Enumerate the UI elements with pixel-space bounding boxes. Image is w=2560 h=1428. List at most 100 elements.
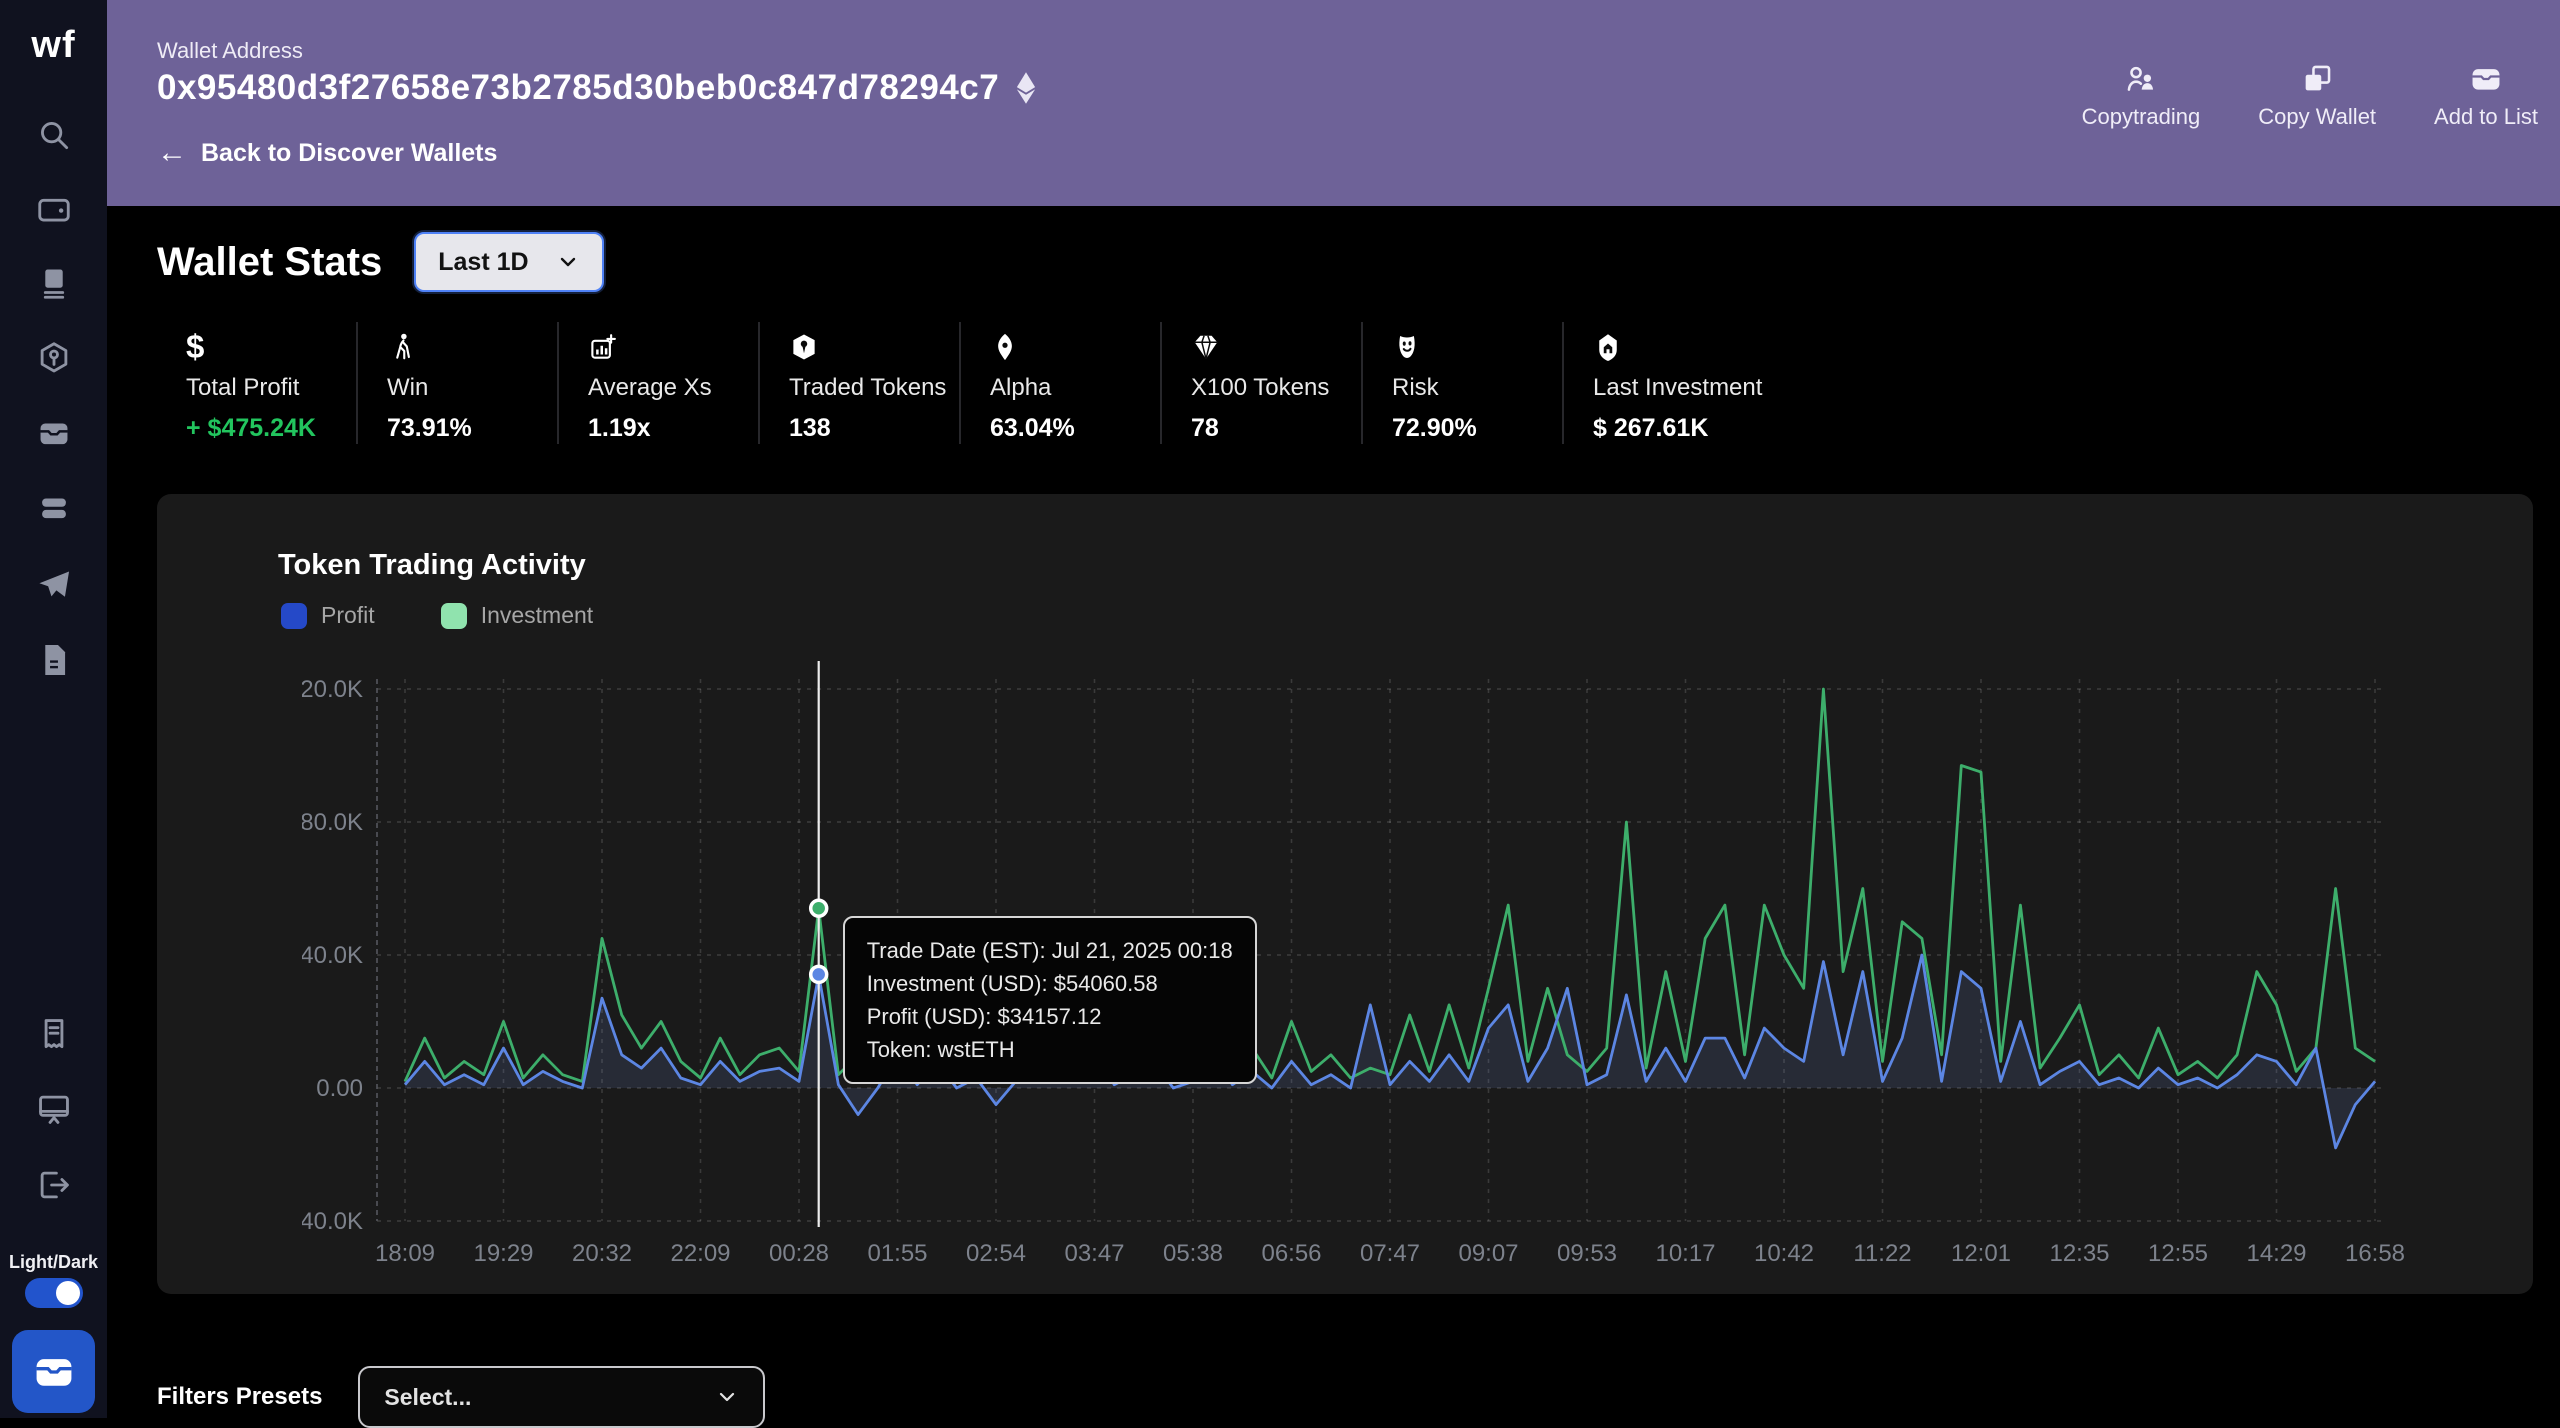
svg-text:20:32: 20:32 xyxy=(572,1240,632,1267)
stat-x100-tokens: X100 Tokens 78 xyxy=(1162,322,1363,444)
stat-win: Win 73.91% xyxy=(358,322,559,444)
gem-icon xyxy=(1191,322,1361,362)
filters-presets-value: Select... xyxy=(384,1383,472,1410)
svg-text:03:47: 03:47 xyxy=(1064,1240,1124,1267)
sidebar: wf Light/Dark xyxy=(0,0,107,1418)
period-dropdown-value: Last 1D xyxy=(438,247,529,276)
tooltip-trade-date: Trade Date (EST): Jul 21, 2025 00:18 xyxy=(866,938,1233,963)
chevron-down-icon xyxy=(561,257,576,267)
chart-plus-icon xyxy=(588,322,758,362)
svg-text:12:55: 12:55 xyxy=(2148,1240,2208,1267)
search-icon[interactable] xyxy=(35,116,73,154)
chart-legend: Profit Investment xyxy=(281,602,593,629)
stat-traded-tokens: Traded Tokens 138 xyxy=(760,322,961,444)
copy-wallet-button[interactable]: Copy Wallet xyxy=(2258,62,2376,130)
tooltip-token: Token: wstETH xyxy=(866,1037,1015,1062)
receipt-icon[interactable] xyxy=(35,1015,73,1053)
svg-text:07:47: 07:47 xyxy=(1360,1240,1420,1267)
chevron-down-icon xyxy=(720,1392,735,1402)
svg-text:40.0K: 40.0K xyxy=(302,942,363,969)
svg-text:05:38: 05:38 xyxy=(1163,1240,1223,1267)
stat-risk: Risk 72.90% xyxy=(1363,322,1564,444)
wallet-header: Wallet Address 0x95480d3f27658e73b2785d3… xyxy=(107,0,2560,206)
wallet-address-label: Wallet Address xyxy=(157,38,303,63)
copytrading-label: Copytrading xyxy=(2081,104,2201,129)
wallet-fab-button[interactable] xyxy=(12,1330,95,1413)
svg-text:16:58: 16:58 xyxy=(2345,1240,2405,1267)
tooltip-investment: Investment (USD): $54060.58 xyxy=(866,971,1158,996)
wallet-address: 0x95480d3f27658e73b2785d30beb0c847d78294… xyxy=(157,68,1000,107)
inbox-wallet-icon[interactable] xyxy=(35,414,73,452)
trading-activity-chart: 120.0K 80.0K 40.0K 0.00 -40.0K 18:09 19:29 20:3… xyxy=(287,661,2405,1267)
svg-text:0.00: 0.00 xyxy=(316,1075,363,1102)
stat-average-xs: Average Xs 1.19x xyxy=(559,322,760,444)
document-icon[interactable] xyxy=(35,641,73,679)
chart-plot-area[interactable]: 120.0K 80.0K 40.0K 0.00 -40.0K 18:09 19:29 20:3… xyxy=(287,654,2412,1299)
main-content: Wallet Stats Last 1D $ Total Profit + $4… xyxy=(107,206,2560,1428)
shield-home-icon xyxy=(1593,322,1824,362)
svg-text:18:09: 18:09 xyxy=(375,1240,435,1267)
app-logo[interactable]: wf xyxy=(0,24,107,67)
wallet-icon[interactable] xyxy=(35,190,73,228)
chart-tooltip: Trade Date (EST): Jul 21, 2025 00:18 Inv… xyxy=(842,916,1257,1084)
ethereum-icon xyxy=(1017,72,1036,104)
svg-text:-40.0K: -40.0K xyxy=(302,1208,363,1235)
period-dropdown[interactable]: Last 1D xyxy=(414,232,605,292)
dollar-icon: $ xyxy=(186,328,205,365)
back-link-label: Back to Discover Wallets xyxy=(201,138,498,167)
svg-text:00:28: 00:28 xyxy=(769,1240,829,1267)
wallet-stats-title: Wallet Stats xyxy=(157,239,383,284)
add-to-list-icon xyxy=(2472,69,2500,90)
svg-text:09:07: 09:07 xyxy=(1458,1240,1518,1267)
svg-text:12:35: 12:35 xyxy=(2049,1240,2109,1267)
copy-wallet-label: Copy Wallet xyxy=(2258,104,2377,129)
investment-swatch xyxy=(440,602,467,629)
chart-title: Token Trading Activity xyxy=(278,549,586,581)
stat-last-investment: Last Investment $ 267.61K xyxy=(1564,322,1824,444)
filters-presets-label: Filters Presets xyxy=(157,1383,323,1410)
copytrading-icon xyxy=(2127,66,2153,91)
presentation-icon[interactable] xyxy=(35,1090,73,1128)
list-bars-icon[interactable] xyxy=(35,489,73,527)
wallet-card-icon xyxy=(36,1358,71,1386)
svg-text:22:09: 22:09 xyxy=(670,1240,730,1267)
logout-icon[interactable] xyxy=(35,1166,73,1204)
svg-text:09:53: 09:53 xyxy=(1557,1240,1617,1267)
reader-icon[interactable] xyxy=(35,264,73,302)
package-pin-icon xyxy=(789,322,959,362)
light-dark-label: Light/Dark xyxy=(8,1252,98,1272)
svg-text:02:54: 02:54 xyxy=(966,1240,1026,1267)
copy-wallet-icon xyxy=(2305,65,2331,91)
stat-total-profit: $ Total Profit + $475.24K xyxy=(157,322,358,444)
svg-text:10:42: 10:42 xyxy=(1754,1240,1814,1267)
svg-text:120.0K: 120.0K xyxy=(302,676,363,703)
telegram-icon[interactable] xyxy=(35,566,73,604)
svg-text:11:22: 11:22 xyxy=(1853,1240,1911,1267)
svg-text:06:56: 06:56 xyxy=(1261,1240,1321,1267)
stats-strip: $ Total Profit + $475.24K Win 73.91% Ave… xyxy=(157,322,2560,444)
marker-icon xyxy=(990,322,1160,362)
package-icon[interactable] xyxy=(35,339,73,377)
toggle-knob xyxy=(56,1281,80,1305)
mask-icon xyxy=(1392,322,1562,362)
svg-text:01:55: 01:55 xyxy=(867,1240,927,1267)
back-arrow-icon: ← xyxy=(157,136,187,169)
profit-swatch xyxy=(281,602,307,629)
add-to-list-label: Add to List xyxy=(2434,104,2538,129)
token-trading-activity-card: Token Trading Activity Profit Investment… xyxy=(157,494,2533,1294)
legend-investment[interactable]: Investment xyxy=(440,602,593,629)
svg-text:19:29: 19:29 xyxy=(473,1240,533,1267)
light-dark-toggle[interactable] xyxy=(25,1278,83,1308)
legend-profit[interactable]: Profit xyxy=(281,602,375,629)
walker-icon xyxy=(387,322,557,362)
copytrading-button[interactable]: Copytrading xyxy=(2081,62,2201,130)
tooltip-profit: Profit (USD): $34157.12 xyxy=(866,1004,1102,1029)
back-to-discover-link[interactable]: ← Back to Discover Wallets xyxy=(157,138,497,168)
svg-text:10:17: 10:17 xyxy=(1655,1240,1715,1267)
filters-presets-dropdown[interactable]: Select... xyxy=(358,1366,766,1428)
stat-alpha: Alpha 63.04% xyxy=(961,322,1162,444)
svg-text:12:01: 12:01 xyxy=(1951,1240,2011,1267)
svg-text:80.0K: 80.0K xyxy=(302,809,363,836)
svg-text:14:29: 14:29 xyxy=(2246,1240,2306,1267)
add-to-list-button[interactable]: Add to List xyxy=(2434,62,2538,130)
